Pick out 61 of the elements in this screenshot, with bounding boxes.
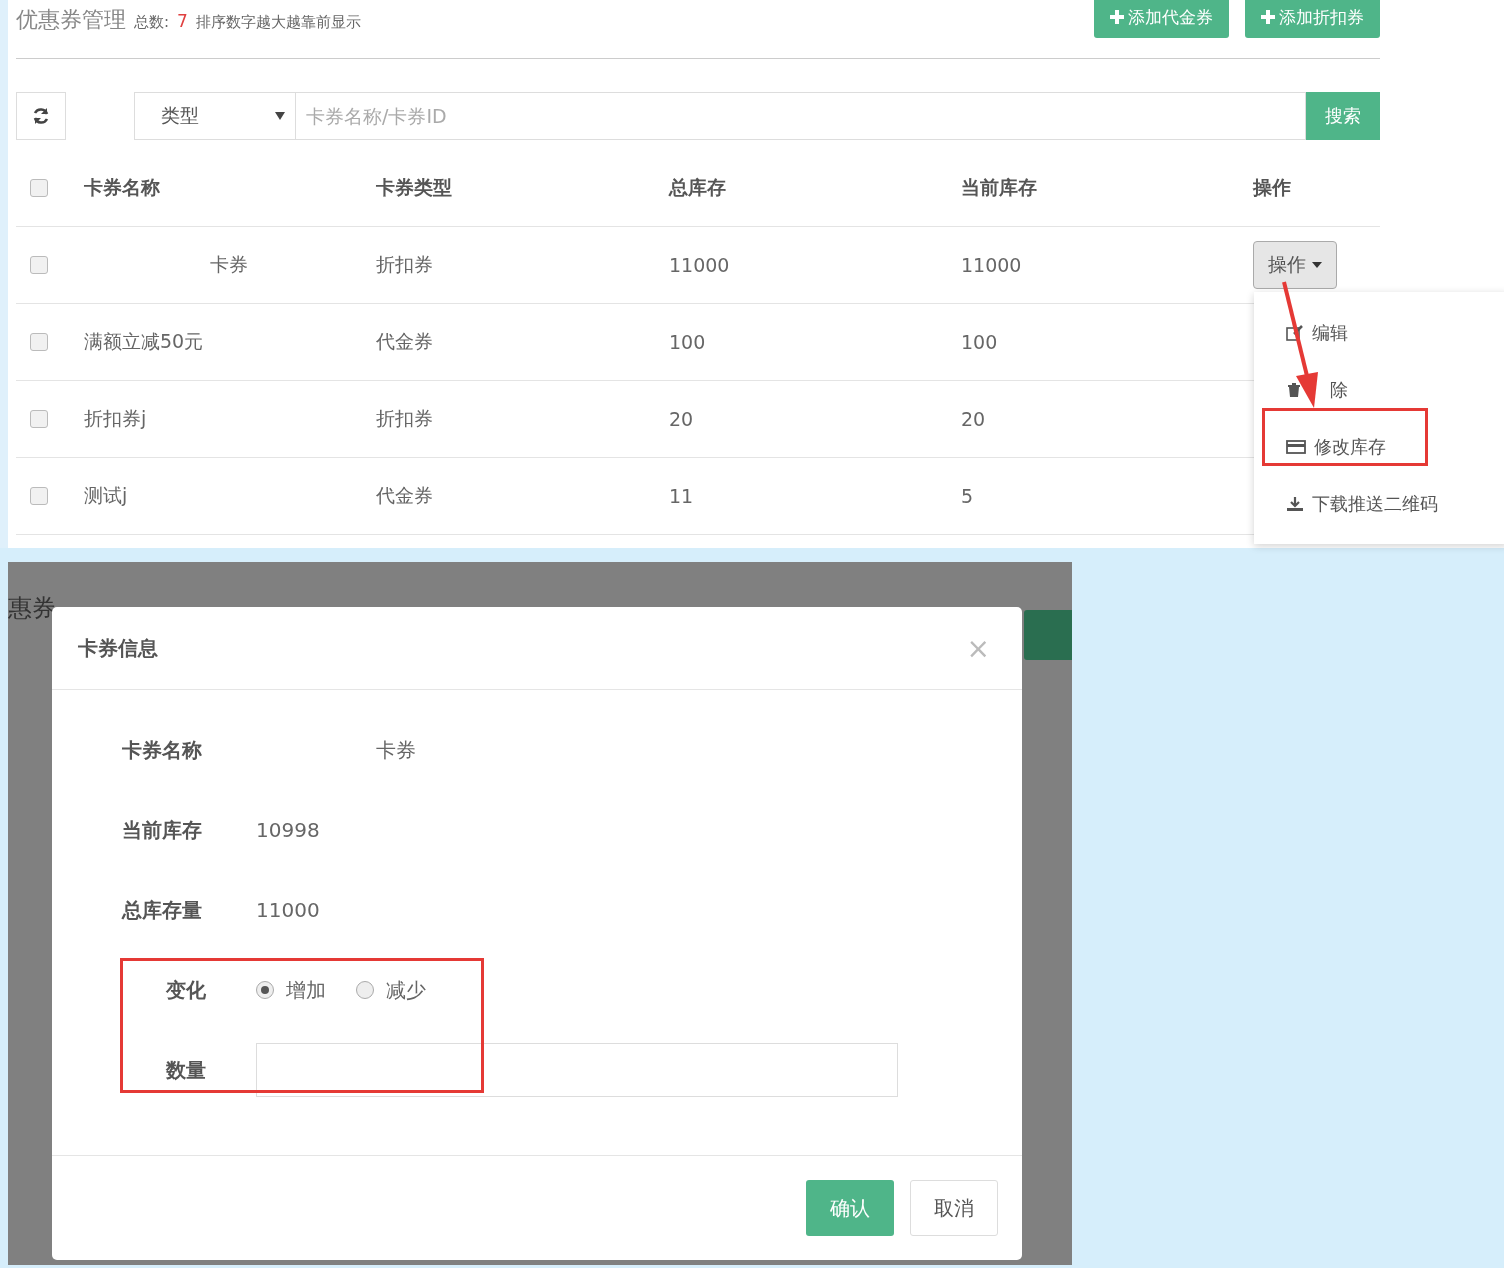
- table-cell: 11000: [669, 254, 730, 276]
- page-title: 惠券: [8, 596, 56, 620]
- sort-hint: 排序数字越大越靠前显示: [195, 13, 361, 32]
- table-cell: 代金券: [376, 330, 433, 352]
- edit-icon: [1286, 324, 1304, 341]
- menu-item[interactable]: 编辑: [1254, 304, 1504, 361]
- cancel-button[interactable]: 取消: [910, 1180, 998, 1236]
- table-cell: 5: [961, 485, 974, 507]
- table-cell: 100: [961, 331, 998, 353]
- table-cell: 11000: [961, 254, 1022, 276]
- caret-icon: [275, 112, 285, 120]
- quantity-field[interactable]: [256, 1043, 898, 1097]
- page-title: 优惠券管理: [16, 6, 126, 34]
- menu-item[interactable]: 修改库存: [1254, 418, 1504, 475]
- column-header: 卡券类型: [376, 176, 452, 198]
- column-header: 当前库存: [961, 176, 1037, 198]
- menu-item[interactable]: 下载推送二维码: [1254, 475, 1504, 532]
- count-label: 总数:: [134, 13, 170, 32]
- field-label: 变化: [165, 976, 207, 1004]
- search-field[interactable]: 卡券名称/卡券ID: [296, 92, 1306, 140]
- field-value: 10998: [256, 818, 320, 842]
- field-label: 当前库存: [122, 816, 203, 844]
- table-cell: 折扣券j: [84, 407, 147, 429]
- column-header: 操作: [1253, 176, 1291, 198]
- caret-icon: [1312, 262, 1322, 268]
- plus-icon: [1261, 10, 1275, 24]
- table-cell: 代金券: [376, 484, 433, 506]
- checkbox[interactable]: [30, 179, 48, 197]
- checkbox[interactable]: [30, 487, 48, 505]
- table-cell: 20: [961, 408, 986, 430]
- field-label: 数量: [165, 1056, 207, 1084]
- plus-icon: [1110, 10, 1124, 24]
- action-button[interactable]: 操作: [1253, 241, 1337, 289]
- column-header: 卡券名称: [84, 176, 160, 198]
- field-label: 总库存量: [122, 896, 203, 924]
- table-cell: 20: [669, 408, 694, 430]
- column-header: 总库存: [669, 176, 726, 198]
- radio-option[interactable]: 减少: [356, 976, 426, 1004]
- table-cell: 测试j: [84, 484, 128, 506]
- table-cell: 100: [669, 331, 706, 353]
- table-cell: 满额立减50元: [84, 330, 204, 352]
- count-value: 7: [177, 11, 188, 31]
- checkbox[interactable]: [30, 256, 48, 274]
- refresh-icon: [32, 107, 50, 125]
- radio-option[interactable]: 增加: [256, 976, 326, 1004]
- field-value: 11000: [256, 898, 320, 922]
- type-select[interactable]: 类型: [134, 92, 296, 140]
- card-icon: [1286, 439, 1306, 454]
- table-cell: 折扣券: [376, 407, 433, 429]
- table-cell: 折扣券: [376, 253, 433, 275]
- checkbox[interactable]: [30, 333, 48, 351]
- trash-icon: [1286, 381, 1302, 398]
- menu-item[interactable]: 除: [1254, 361, 1504, 418]
- dialog-title: 卡券信息: [78, 634, 158, 662]
- refresh-button[interactable]: [16, 92, 66, 140]
- field-value: 卡券: [375, 736, 416, 764]
- checkbox[interactable]: [30, 410, 48, 428]
- field-label: 卡券名称: [122, 736, 203, 764]
- table-cell-text: 卡券: [209, 252, 248, 277]
- table-cell: 11: [669, 485, 694, 507]
- download-icon: [1286, 495, 1304, 512]
